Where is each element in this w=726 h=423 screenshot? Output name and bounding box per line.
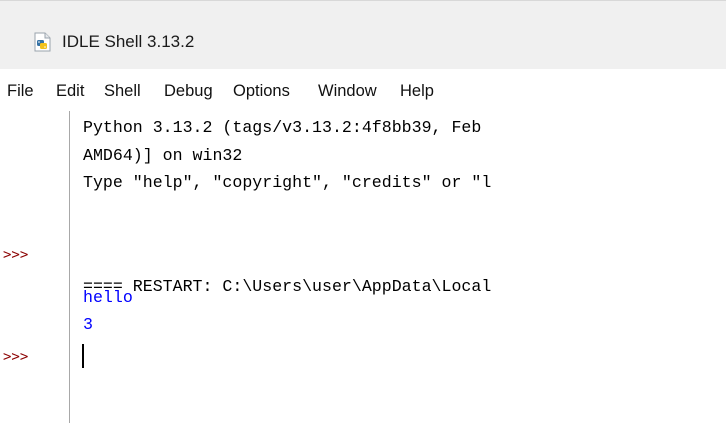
output-line-hello: hello xyxy=(83,288,133,307)
shell-prompt-current: >>> xyxy=(3,349,29,365)
banner-line-1: Python 3.13.2 (tags/v3.13.2:4f8bb39, Feb xyxy=(83,118,482,137)
idle-shell-window: IDLE Shell 3.13.2 File Edit Shell Debug … xyxy=(0,0,726,423)
banner-line-2: AMD64)] on win32 xyxy=(83,146,243,165)
menu-edit[interactable]: Edit xyxy=(56,80,84,102)
prompt-sidebar: >>> >>> xyxy=(0,111,70,423)
window-title: IDLE Shell 3.13.2 xyxy=(62,32,195,51)
output-line-3: 3 xyxy=(83,315,93,334)
menu-shell[interactable]: Shell xyxy=(104,80,141,102)
menu-debug[interactable]: Debug xyxy=(164,80,213,102)
menu-window[interactable]: Window xyxy=(318,80,377,102)
shell-area: >>> >>> Python 3.13.2 (tags/v3.13.2:4f8b… xyxy=(0,111,726,423)
python-idle-icon xyxy=(34,32,51,52)
menu-options[interactable]: Options xyxy=(233,80,290,102)
text-cursor xyxy=(82,344,84,368)
menu-file[interactable]: File xyxy=(7,80,34,102)
menu-help[interactable]: Help xyxy=(400,80,434,102)
restart-line: ==== RESTART: C:\Users\user\AppData\Loca… xyxy=(83,277,492,296)
menu-bar: File Edit Shell Debug Options Window Hel… xyxy=(0,69,726,111)
title-bar[interactable]: IDLE Shell 3.13.2 xyxy=(0,0,726,69)
shell-prompt: >>> xyxy=(3,247,29,263)
banner-line-3: Type "help", "copyright", "credits" or "… xyxy=(83,173,492,192)
shell-text-area[interactable]: Python 3.13.2 (tags/v3.13.2:4f8bb39, Feb… xyxy=(70,111,726,423)
